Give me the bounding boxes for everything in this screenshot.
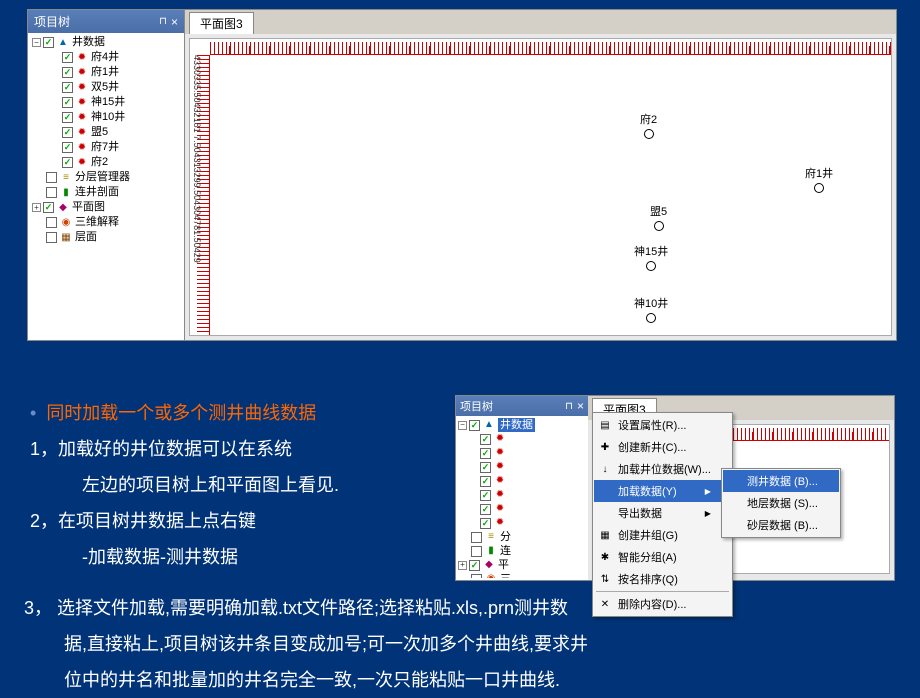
checkbox[interactable]	[43, 37, 54, 48]
well-icon: ✹	[75, 66, 89, 80]
bullet-icon: •	[30, 395, 36, 431]
map-well-marker[interactable]: 神10井	[634, 295, 668, 323]
surface-icon: ▦	[59, 231, 73, 245]
close-icon[interactable]: ×	[577, 399, 584, 413]
tree-well-item[interactable]: ✹府2	[32, 155, 180, 170]
well-circle-icon	[644, 129, 654, 139]
well-icon: ✹	[75, 51, 89, 65]
context-menu-item[interactable]: ▤设置属性(R)...	[594, 414, 731, 436]
well-icon: ✹	[75, 126, 89, 140]
well-data-icon: ▲	[56, 36, 70, 50]
collapse-icon[interactable]: −	[32, 38, 41, 47]
tree-item[interactable]: ◉三维解释	[32, 215, 180, 230]
tree-root-label: 井数据	[72, 35, 105, 50]
tree-well-item[interactable]: ✹双5井	[32, 80, 180, 95]
tree-root[interactable]: − ▲ 井数据	[32, 35, 180, 50]
map-well-marker[interactable]: 盟5	[650, 203, 667, 231]
well-circle-icon	[646, 313, 656, 323]
tree-item[interactable]: +◆平面图	[32, 200, 180, 215]
well-icon: ✹	[75, 156, 89, 170]
pin-icon[interactable]: ⊓	[159, 16, 167, 27]
top-screenshot: 项目树 ⊓ × − ▲ 井数据 ✹府4井✹府1井✹双5井✹神15井✹神10井✹盟…	[27, 9, 897, 341]
context-submenu[interactable]: 测井数据 (B)...地层数据 (S)...砂层数据 (B)...	[721, 468, 841, 538]
well-circle-icon	[814, 183, 824, 193]
context-menu-item[interactable]: ✱智能分组(A)	[594, 546, 731, 568]
submenu-item[interactable]: 测井数据 (B)...	[723, 470, 839, 492]
well-icon: ✹	[75, 81, 89, 95]
bs-root[interactable]: − ▲ 井数据	[458, 418, 586, 432]
profile-icon: ▮	[59, 186, 73, 200]
plan-panel: 平面图3 4330335.50432181 7.504313299.504304…	[185, 9, 897, 341]
context-menu-item[interactable]: ⇅按名排序(Q)	[594, 568, 731, 590]
plane-icon: ◆	[56, 201, 70, 215]
close-icon[interactable]: ×	[171, 15, 178, 29]
tree-well-item[interactable]: ✹府1井	[32, 65, 180, 80]
ruler-horizontal	[210, 39, 891, 55]
context-menu-item[interactable]: 加载数据(Y)▶	[594, 480, 731, 502]
plan-view[interactable]: 4330335.50432181 7.504313299.504304781.5…	[189, 38, 892, 336]
submenu-item[interactable]: 砂层数据 (B)...	[723, 514, 839, 536]
ruler-vertical: 4330335.50432181 7.504313299.504304781.5…	[190, 55, 210, 335]
tree-item[interactable]: ▮连井剖面	[32, 185, 180, 200]
tree-content: − ▲ 井数据 ✹府4井✹府1井✹双5井✹神15井✹神10井✹盟5✹府7井✹府2…	[28, 33, 184, 339]
well-circle-icon	[646, 261, 656, 271]
bs-tree-title: 项目树	[460, 398, 493, 414]
map-well-marker[interactable]: 府1井	[805, 165, 833, 193]
context-menu-item[interactable]: ✚创建新井(C)...	[594, 436, 731, 458]
context-menu-item[interactable]: 导出数据▶	[594, 502, 731, 524]
layer-icon: ≡	[59, 171, 73, 185]
well-icon: ✹	[75, 96, 89, 110]
well-icon: ✹	[75, 141, 89, 155]
map-well-marker[interactable]: 神15井	[634, 243, 668, 271]
context-menu-item[interactable]: ↓加载井位数据(W)...	[594, 458, 731, 480]
instructions-text: • 同时加载一个或多个测井曲线数据 1，加载好的井位数据可以在系统 左边的项目树…	[30, 395, 339, 575]
well-icon: ✹	[75, 111, 89, 125]
context-menu[interactable]: ▤设置属性(R)...✚创建新井(C)...↓加载井位数据(W)...加载数据(…	[592, 412, 733, 617]
tree-title: 项目树	[34, 13, 70, 30]
context-menu-item[interactable]: ▦创建井组(G)	[594, 524, 731, 546]
tree-well-item[interactable]: ✹神15井	[32, 95, 180, 110]
plan-canvas[interactable]: 府2 府1井盟5 神15井神10井	[210, 55, 891, 335]
3d-icon: ◉	[59, 216, 73, 230]
tree-well-item[interactable]: ✹府7井	[32, 140, 180, 155]
submenu-item[interactable]: 地层数据 (S)...	[723, 492, 839, 514]
instruction-3: 3， 选择文件加载,需要明确加载.txt文件路径;选择粘贴.xls,.prn测井…	[24, 590, 588, 698]
tree-item[interactable]: ≡分层管理器	[32, 170, 180, 185]
tree-well-item[interactable]: ✹府4井	[32, 50, 180, 65]
map-well-marker[interactable]: 府2	[640, 111, 657, 139]
project-tree-panel: 项目树 ⊓ × − ▲ 井数据 ✹府4井✹府1井✹双5井✹神15井✹神10井✹盟…	[27, 9, 185, 341]
tab-plan-view[interactable]: 平面图3	[189, 12, 254, 34]
tree-item[interactable]: ▦层面	[32, 230, 180, 245]
tree-well-item[interactable]: ✹盟5	[32, 125, 180, 140]
well-circle-icon	[654, 221, 664, 231]
context-menu-item[interactable]: ✕删除内容(D)...	[594, 593, 731, 615]
pin-icon[interactable]: ⊓	[565, 401, 573, 412]
bottom-screenshot: 项目树 ⊓ × − ▲ 井数据 ✹✹✹✹✹✹✹ ≡分▮连+◆平◉三▦层面 平面图…	[455, 395, 895, 581]
tree-well-item[interactable]: ✹神10井	[32, 110, 180, 125]
